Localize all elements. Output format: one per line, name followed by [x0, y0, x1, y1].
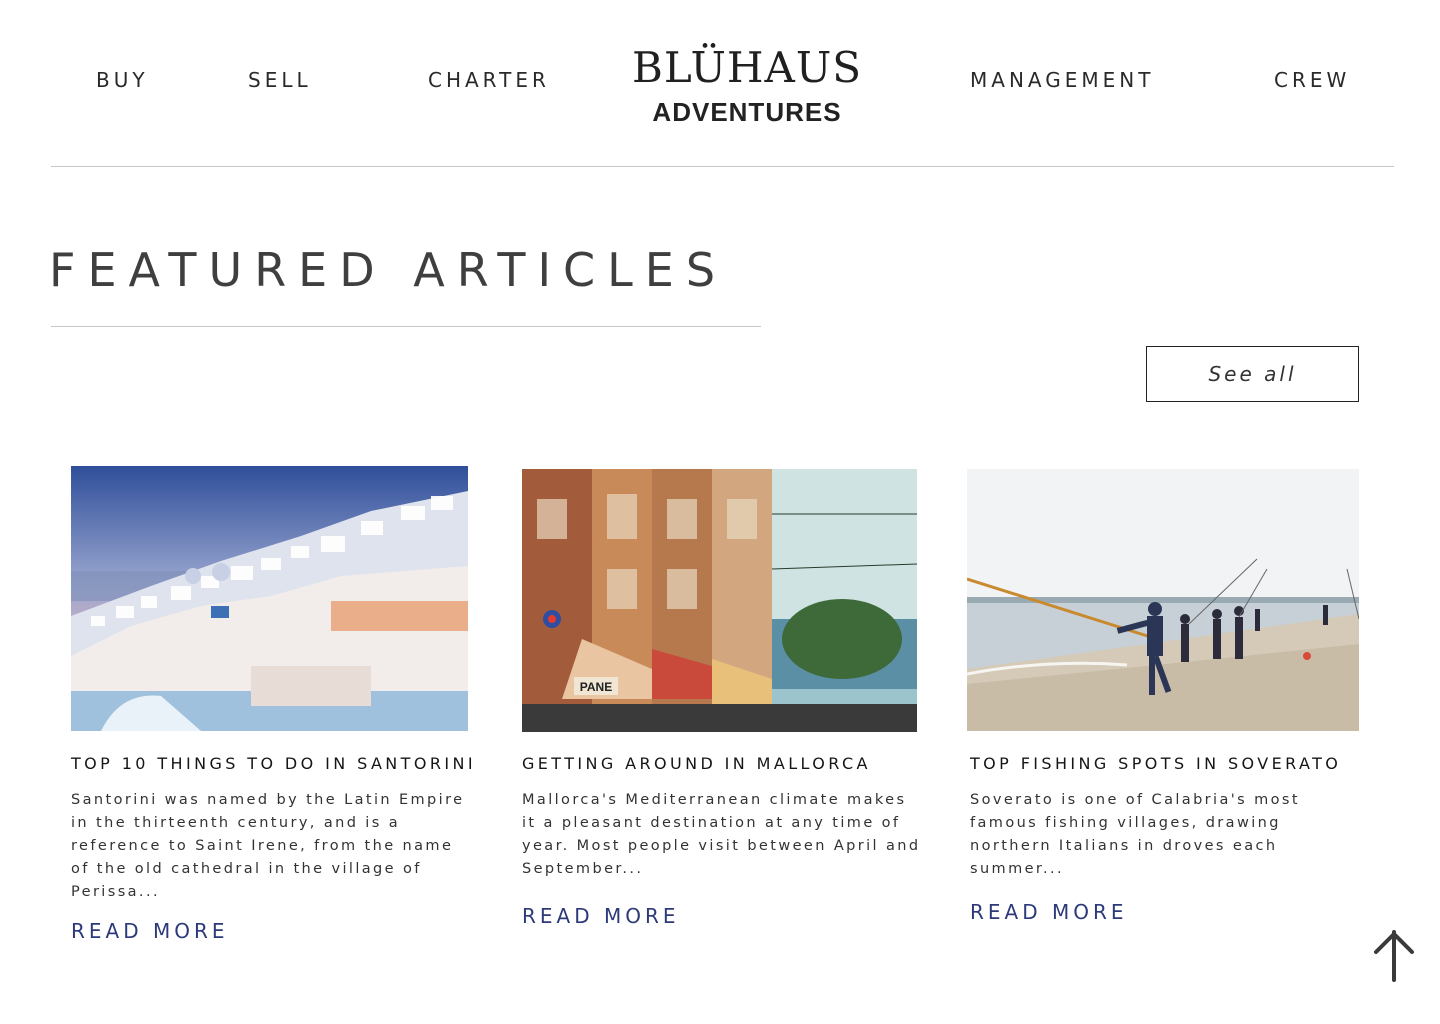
- article-title[interactable]: TOP 10 THINGS TO DO IN SANTORINI: [71, 753, 476, 775]
- featured-articles-title: FEATURED ARTICLES: [49, 243, 728, 297]
- nav-crew[interactable]: CREW: [1274, 66, 1350, 94]
- nav-sell[interactable]: SELL: [248, 66, 312, 94]
- nav-management[interactable]: MANAGEMENT: [970, 66, 1154, 94]
- brand-logo[interactable]: BLÜHAUS ADVENTURES: [620, 40, 874, 128]
- article-excerpt: Santorini was named by the Latin Empire …: [71, 792, 465, 900]
- pane-sign-text: PANE: [580, 680, 612, 694]
- article-excerpt: Mallorca's Mediterranean climate makes i…: [522, 792, 921, 877]
- soverato-image[interactable]: [967, 469, 1359, 731]
- logo-wordmark: BLÜHAUS: [632, 43, 862, 92]
- santorini-image[interactable]: [71, 466, 468, 731]
- article-excerpt: Soverato is one of Calabria's most famou…: [970, 792, 1300, 877]
- logo-subtitle: ADVENTURES: [652, 97, 842, 127]
- article-title[interactable]: GETTING AROUND IN MALLORCA: [522, 753, 871, 775]
- nav-buy[interactable]: BUY: [96, 66, 149, 94]
- section-divider: [51, 326, 761, 327]
- article-title[interactable]: TOP FISHING SPOTS IN SOVERATO: [970, 753, 1341, 775]
- arrow-up-icon[interactable]: [1368, 928, 1420, 984]
- header-divider: [51, 166, 1394, 167]
- mallorca-image[interactable]: PANE: [522, 469, 917, 732]
- read-more-link[interactable]: READ MORE: [970, 899, 1128, 925]
- read-more-link[interactable]: READ MORE: [522, 903, 680, 929]
- see-all-button[interactable]: See all: [1146, 346, 1359, 402]
- read-more-link[interactable]: READ MORE: [71, 918, 229, 944]
- nav-charter[interactable]: CHARTER: [428, 66, 550, 94]
